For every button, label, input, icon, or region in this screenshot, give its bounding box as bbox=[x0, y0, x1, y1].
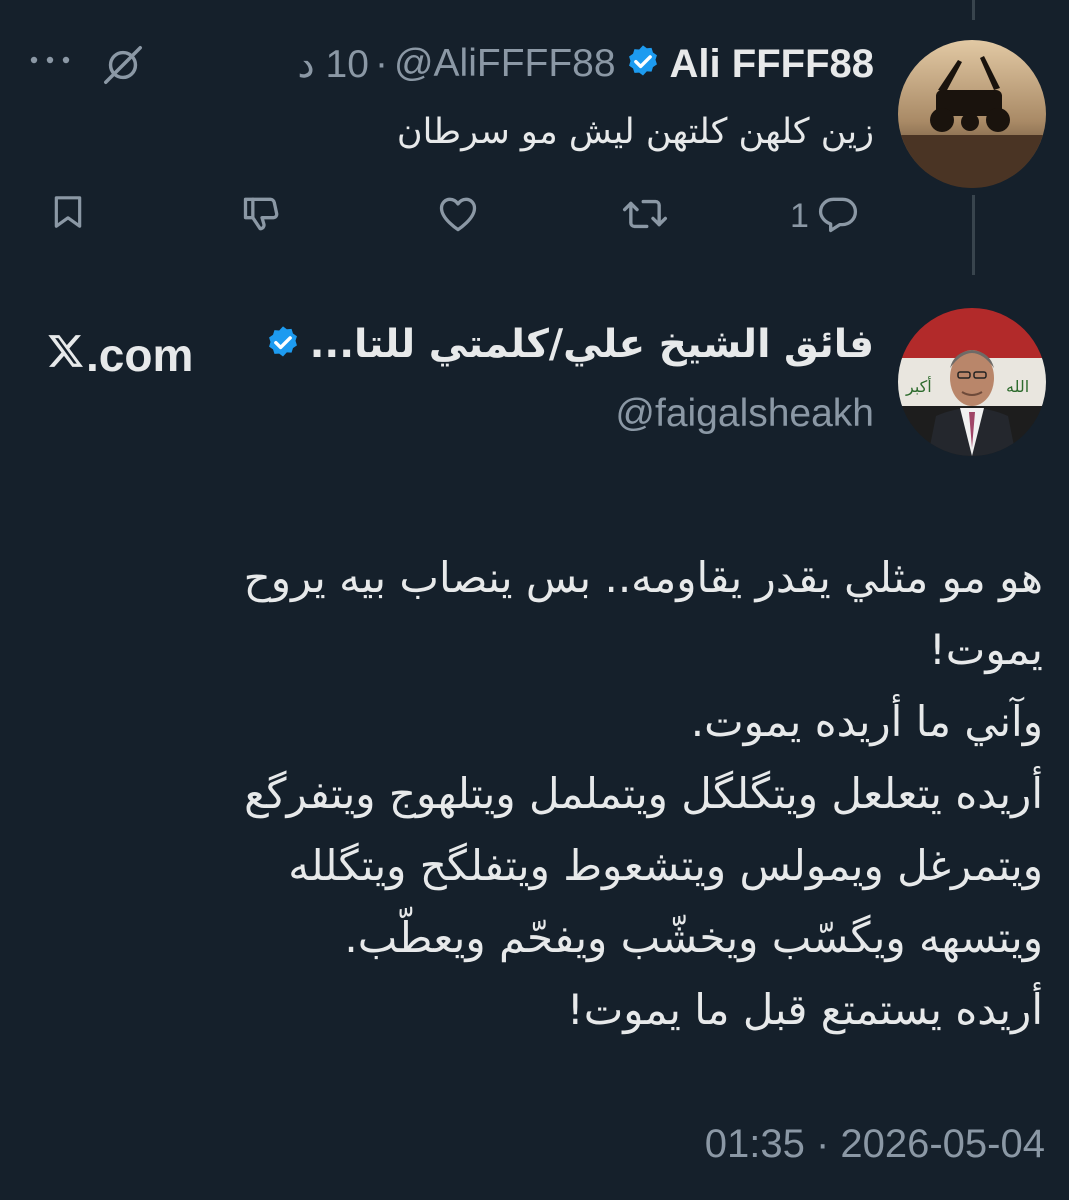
verified-badge-icon bbox=[624, 43, 662, 85]
dislike-button[interactable] bbox=[240, 192, 284, 240]
reply-tweet-text: زين كلهن كلتهن ليش مو سرطان bbox=[396, 112, 874, 152]
tweet-line: ويتمرغل ويمولس ويتشعوط ويتفلگح ويتگلله bbox=[288, 841, 1043, 890]
tweet-timestamp[interactable]: 01:35 · 2026-05-04 bbox=[705, 1122, 1045, 1167]
svg-text:أكبر: أكبر bbox=[905, 376, 932, 397]
tweet-line: هو مو مثلي يقدر يقاومه.. بس ينصاب بيه ير… bbox=[243, 553, 1043, 602]
separator-dot: · bbox=[374, 42, 388, 85]
tweet-line: أريده يستمتع قبل ما يموت! bbox=[566, 985, 1043, 1034]
reply-count: 1 bbox=[790, 196, 809, 235]
retweet-icon bbox=[622, 192, 668, 240]
dislike-icon bbox=[240, 192, 284, 240]
tweet-line: ويتسهه ويگسّب ويخشّب ويفحّم ويعطّب. bbox=[344, 913, 1043, 962]
bookmark-icon bbox=[48, 192, 88, 236]
tweet-line: وآني ما أريده يموت. bbox=[690, 697, 1043, 746]
reply-icon bbox=[815, 192, 861, 240]
quoted-author-handle[interactable]: @faigalsheakh bbox=[615, 392, 874, 436]
thread-line-top bbox=[972, 0, 975, 20]
reply-author-handle[interactable]: @AliFFFF88 bbox=[394, 42, 616, 86]
svg-text:الله: الله bbox=[1006, 377, 1029, 396]
retweet-button[interactable] bbox=[622, 192, 668, 240]
source-site-label: .com bbox=[86, 329, 194, 381]
tweet-line: يموت! bbox=[928, 625, 1043, 674]
reply-author-name[interactable]: Ali FFFF88 bbox=[670, 42, 874, 87]
quoted-tweet-text: هو مو مثلي يقدر يقاومه.. بس ينصاب بيه ير… bbox=[43, 542, 1043, 1046]
like-button[interactable] bbox=[436, 192, 480, 240]
quoted-author-avatar[interactable]: الله أكبر bbox=[898, 308, 1046, 456]
mute-icon[interactable] bbox=[100, 42, 146, 92]
verified-badge-icon bbox=[264, 324, 302, 366]
reply-tweet-header: Ali FFFF88 @AliFFFF88 · 10 د bbox=[297, 38, 874, 90]
action-bar: 1 bbox=[0, 192, 1069, 238]
reply-author-avatar[interactable] bbox=[898, 40, 1046, 188]
bookmark-button[interactable] bbox=[48, 192, 88, 236]
x-logo-icon bbox=[46, 328, 86, 382]
heart-icon bbox=[436, 192, 480, 240]
reply-time-ago[interactable]: 10 د bbox=[297, 42, 369, 87]
more-icon[interactable] bbox=[28, 52, 72, 71]
quoted-author-name[interactable]: فائق الشيخ علي/كلمتي للتا... bbox=[310, 322, 874, 367]
tweet-line: أريده يتعلعل ويتگلگل ويتململ ويتلهوج ويت… bbox=[244, 769, 1043, 818]
source-link[interactable]: .com bbox=[46, 328, 193, 382]
quoted-tweet-header: فائق الشيخ علي/كلمتي للتا... bbox=[256, 322, 874, 367]
reply-button[interactable]: 1 bbox=[790, 192, 861, 240]
